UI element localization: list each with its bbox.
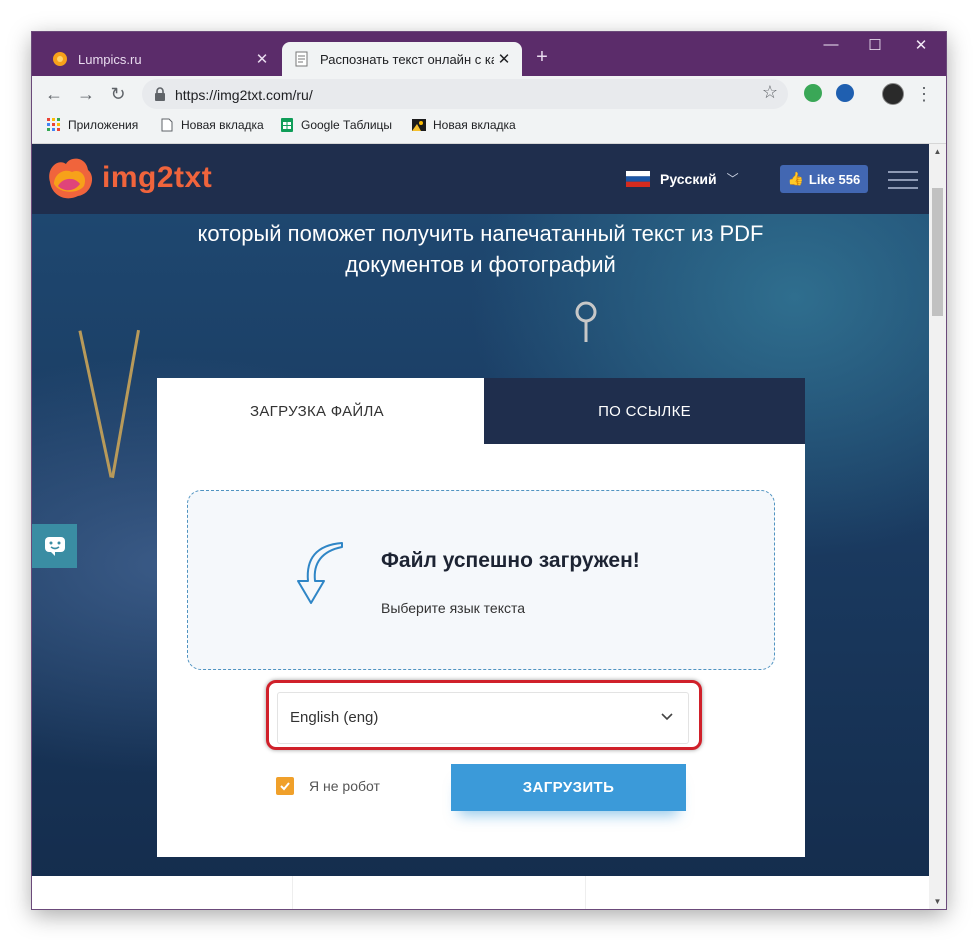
bookmark-label: Новая вкладка [181, 118, 264, 132]
language-label: Русский [660, 170, 717, 187]
hero-text: который поможет получить напечатанный те… [32, 218, 929, 280]
ornament-string [110, 329, 141, 479]
lumpics-favicon-icon [53, 52, 67, 66]
browser-menu-icon[interactable]: ⋮ [912, 82, 936, 106]
chevron-down-icon [661, 713, 673, 721]
hamburger-menu-icon[interactable] [888, 171, 918, 195]
site-logo[interactable]: img2txt [44, 154, 212, 202]
tab-by-link[interactable]: ПО ССЫЛКЕ [484, 378, 805, 444]
upload-success-title: Файл успешно загружен! [381, 549, 640, 572]
thumbs-up-icon: 👍 [787, 171, 804, 186]
captcha-label: Я не робот [309, 778, 380, 794]
url-text: https://img2txt.com/ru/ [175, 87, 313, 103]
facebook-like-button[interactable]: 👍 Like 556 [780, 165, 868, 193]
page-favicon-icon [295, 51, 308, 67]
tab-file-upload[interactable]: ЗАГРУЗКА ФАЙЛА [157, 378, 477, 444]
maximize-icon[interactable]: ☐ [860, 36, 890, 54]
checkmark-icon [280, 782, 290, 791]
scroll-down-icon[interactable]: ▼ [929, 897, 946, 906]
extension-globe-icon[interactable] [836, 84, 854, 102]
russian-flag-icon [626, 170, 650, 187]
tab-img2txt[interactable]: Распознать текст онлайн с карт ✕ [282, 42, 522, 76]
close-window-icon[interactable]: ✕ [906, 36, 936, 54]
bookmark-google-sheets[interactable]: Google Таблицы [280, 118, 392, 132]
tab-strip: Lumpics.ru ✕ Распознать текст онлайн с к… [32, 32, 946, 76]
bookmark-new-tab-2[interactable]: Новая вкладка [412, 118, 516, 132]
curved-arrow-down-icon [297, 542, 343, 604]
bookmark-new-tab[interactable]: Новая вкладка [160, 118, 264, 132]
page-icon [161, 118, 173, 132]
chat-bubble-icon [44, 537, 65, 556]
extension-green-icon[interactable] [804, 84, 822, 102]
close-tab-icon[interactable]: ✕ [252, 50, 272, 68]
page-footer-strip [32, 876, 929, 909]
bookmark-apps[interactable]: Приложения [47, 118, 138, 132]
chat-widget-button[interactable] [32, 524, 77, 568]
page-scrollbar[interactable]: ▲ ▼ [929, 144, 946, 909]
tab-lumpics[interactable]: Lumpics.ru ✕ [40, 42, 280, 76]
close-tab-icon[interactable]: ✕ [494, 50, 514, 68]
apps-grid-icon [47, 118, 60, 131]
hero-line: который поможет получить напечатанный те… [197, 221, 764, 246]
captcha-checkbox[interactable] [276, 777, 294, 795]
profile-avatar[interactable] [882, 83, 904, 105]
ornament-string [78, 330, 113, 478]
new-tab-button[interactable]: + [532, 46, 552, 69]
browser-toolbar: ← → ↻ https://img2txt.com/ru/ ☆ ⋮ [32, 76, 946, 112]
captcha: Я не робот [276, 777, 380, 795]
tab-title: Распознать текст онлайн с карт [320, 51, 494, 67]
bookmark-label: Новая вкладка [433, 118, 516, 132]
hero-line: документов и фотографий [345, 252, 616, 277]
scroll-up-icon[interactable]: ▲ [929, 147, 946, 156]
browser-window: Lumpics.ru ✕ Распознать текст онлайн с к… [32, 32, 946, 909]
logo-text: img2txt [102, 161, 213, 194]
upload-tabs: ЗАГРУЗКА ФАЙЛА ПО ССЫЛКЕ [157, 378, 805, 444]
page-viewport: img2txt Русский ﹀ 👍 Like 556 который пом… [32, 144, 929, 909]
upload-card: ЗАГРУЗКА ФАЙЛА ПО ССЫЛКЕ Файл успешно за… [157, 378, 805, 857]
upload-submit-button[interactable]: ЗАГРУЗИТЬ [451, 764, 686, 811]
bookmark-label: Google Таблицы [301, 118, 393, 132]
upload-dropzone[interactable]: Файл успешно загружен! Выберите язык тек… [187, 490, 775, 670]
upload-success-subtitle: Выберите язык текста [381, 600, 526, 616]
bookmark-star-icon[interactable]: ☆ [762, 82, 778, 103]
reload-icon[interactable]: ↻ [106, 82, 130, 106]
text-language-select[interactable]: English (eng) [277, 692, 689, 744]
chevron-down-icon: ﹀ [726, 172, 739, 186]
img2txt-logo-icon [49, 158, 93, 199]
tab-title: Lumpics.ru [78, 51, 142, 67]
selected-language: English (eng) [290, 709, 379, 726]
site-header: img2txt Русский ﹀ 👍 Like 556 [32, 144, 929, 214]
ornament-hook-icon [575, 301, 597, 342]
address-bar[interactable]: https://img2txt.com/ru/ ☆ [142, 79, 788, 109]
like-count-label: Like 556 [808, 171, 861, 187]
bookmark-label: Приложения [68, 118, 139, 132]
sheets-icon [281, 118, 293, 132]
minimize-icon[interactable]: — [816, 36, 846, 53]
image-icon [412, 119, 426, 131]
back-arrow-icon[interactable]: ← [42, 82, 66, 106]
bookmarks-bar: Приложения Новая вкладка Google Таблицы … [32, 112, 946, 144]
forward-arrow-icon[interactable]: → [74, 82, 98, 106]
scrollbar-thumb[interactable] [932, 188, 943, 316]
lock-icon [155, 87, 165, 101]
language-selector[interactable]: Русский ﹀ [626, 170, 739, 187]
